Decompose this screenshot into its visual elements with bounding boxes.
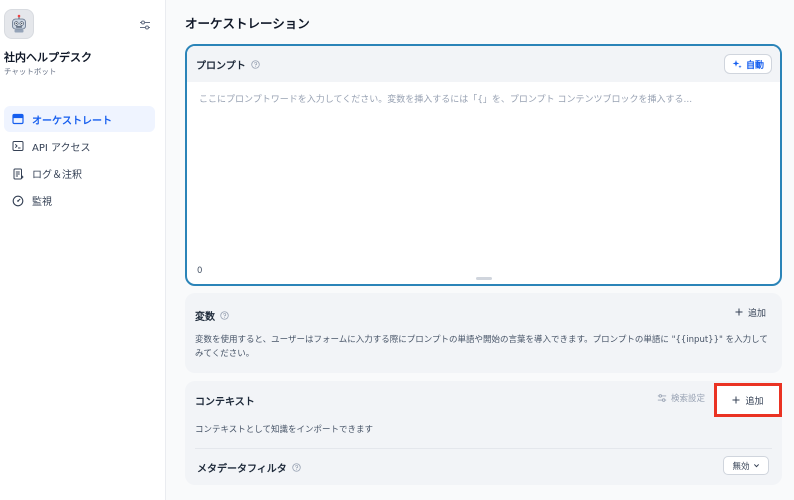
prompt-title: プロンプト [196, 57, 260, 72]
variables-title-text: 変数 [195, 312, 215, 323]
prompt-editor[interactable]: プロンプト 自動 ここにプロンプトワードを入力してください。変数を挿入するには「… [185, 44, 782, 286]
help-icon[interactable] [251, 59, 260, 69]
sidebar-nav: オーケストレート API アクセス ログ＆注釈 監視 [4, 106, 155, 215]
variables-panel: 変数 追加 変数を使用すると、ユーザーはフォームに入力する際にプロンプトの単語や… [185, 293, 782, 373]
add-variable-label: 追加 [747, 308, 766, 319]
search-settings-label: 検索設定 [671, 394, 706, 404]
prompt-header: プロンプト 自動 [187, 46, 780, 82]
sliders-icon [657, 394, 667, 402]
app-type: チャットボット [4, 67, 57, 76]
chevron-down-icon [753, 464, 759, 468]
sidebar: 社内ヘルプデスク チャットボット オーケストレート API アクセス ログ＆注釈… [0, 0, 166, 500]
sliders-icon [140, 20, 150, 30]
help-icon[interactable] [220, 311, 229, 320]
add-context-button[interactable]: 追加 [714, 383, 782, 417]
plus-icon [732, 396, 740, 404]
layout-icon [12, 113, 24, 125]
help-icon[interactable] [292, 463, 301, 472]
sidebar-item-logs[interactable]: ログ＆注釈 [4, 161, 155, 187]
add-variable-button[interactable]: 追加 [727, 301, 774, 323]
variables-title: 変数 [195, 308, 229, 323]
auto-generate-label: 自動 [745, 60, 764, 71]
robot-icon [12, 14, 26, 33]
sparkle-icon [732, 60, 742, 69]
sidebar-item-label: オーケストレート [32, 115, 112, 127]
resize-handle[interactable] [476, 277, 492, 280]
app-avatar[interactable] [4, 9, 34, 39]
context-title-text: コンテキスト [195, 397, 255, 408]
prompt-title-text: プロンプト [196, 60, 246, 72]
main-content: オーケストレーション プロンプト 自動 ここにプロンプトワードを入力してください… [166, 0, 794, 500]
sidebar-item-label: 監視 [32, 197, 52, 209]
sidebar-item-label: ログ＆注釈 [32, 170, 82, 182]
context-description: コンテキストとして知識をインポートできます [195, 425, 373, 435]
app-name: 社内ヘルプデスク [4, 51, 92, 64]
add-context-label: 追加 [745, 396, 764, 407]
auto-generate-button[interactable]: 自動 [723, 54, 772, 74]
variables-description: 変数を使用すると、ユーザーはフォームに入力する際にプロンプトの単語や開始の言葉を… [195, 335, 768, 359]
terminal-icon [12, 140, 24, 152]
app-settings-button[interactable] [137, 17, 153, 33]
char-count: 0 [197, 266, 203, 276]
divider [195, 448, 772, 449]
sidebar-item-orchestrate[interactable]: オーケストレート [4, 106, 155, 132]
gauge-icon [12, 195, 24, 207]
plus-icon [735, 308, 743, 316]
sidebar-item-monitoring[interactable]: 監視 [4, 188, 155, 214]
search-settings-button[interactable]: 検索設定 [657, 392, 705, 404]
context-title: コンテキスト [195, 393, 255, 408]
metadata-filter-title-text: メタデータフィルタ [197, 464, 287, 475]
metadata-filter-title: メタデータフィルタ [197, 460, 301, 475]
log-icon [12, 168, 24, 180]
context-panel: コンテキスト 検索設定 追加 コンテキストとして知識をインポートできます メタデ… [185, 381, 782, 485]
metadata-filter-value: 無効 [732, 461, 750, 472]
sidebar-item-label: API アクセス [32, 142, 91, 154]
sidebar-item-api-access[interactable]: API アクセス [4, 133, 155, 159]
metadata-filter-select[interactable]: 無効 [723, 456, 769, 475]
page-title: オーケストレーション [185, 16, 310, 31]
prompt-input[interactable]: ここにプロンプトワードを入力してください。変数を挿入するには「{」を、プロンプト… [199, 92, 771, 105]
